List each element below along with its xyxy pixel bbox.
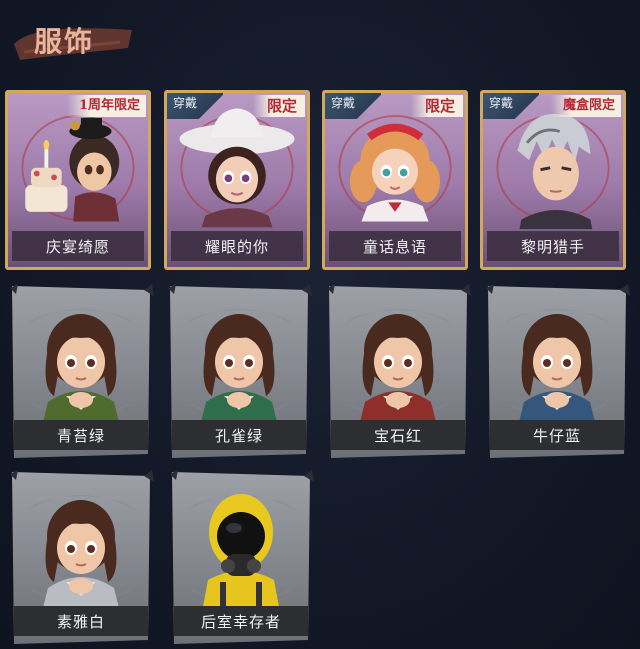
outfit-card[interactable]: 素雅白: [8, 470, 154, 646]
worn-badge: 穿戴: [483, 93, 539, 119]
outfit-name: 童话息语: [329, 231, 461, 261]
outfit-name: 宝石红: [331, 420, 465, 450]
outfit-card[interactable]: 穿戴 魔盒限定黎明猎手: [480, 90, 626, 270]
page-title: 服饰: [34, 25, 95, 58]
outfit-card[interactable]: 穿戴 限定耀眼的你: [164, 90, 310, 270]
outfit-card[interactable]: 宝石红: [325, 284, 471, 460]
worn-badge: 穿戴: [167, 93, 223, 119]
outfit-name: 牛仔蓝: [490, 420, 624, 450]
outfit-card[interactable]: 后室幸存者: [168, 470, 314, 646]
outfit-name: 耀眼的你: [171, 231, 303, 261]
outfit-name: 青苔绿: [14, 420, 148, 450]
limited-badge: 魔盒限定: [550, 95, 621, 117]
outfit-name: 后室幸存者: [174, 606, 308, 636]
outfit-name: 黎明猎手: [487, 231, 619, 261]
worn-badge: 穿戴: [325, 93, 381, 119]
limited-badge: 限定: [252, 95, 305, 117]
outfit-card[interactable]: 孔雀绿: [166, 284, 312, 460]
outfit-card[interactable]: 穿戴 限定童话息语: [322, 90, 468, 270]
limited-badge: 限定: [410, 95, 463, 117]
outfit-name: 素雅白: [14, 606, 148, 636]
outfit-name: 孔雀绿: [172, 420, 306, 450]
section-header: 服饰: [10, 14, 135, 66]
limited-badge: 1周年限定: [66, 95, 146, 117]
outfit-card[interactable]: 青苔绿: [8, 284, 154, 460]
outfit-card[interactable]: 1周年限定庆宴绮愿: [5, 90, 151, 270]
outfit-card[interactable]: 牛仔蓝: [484, 284, 630, 460]
outfit-name: 庆宴绮愿: [12, 231, 144, 261]
